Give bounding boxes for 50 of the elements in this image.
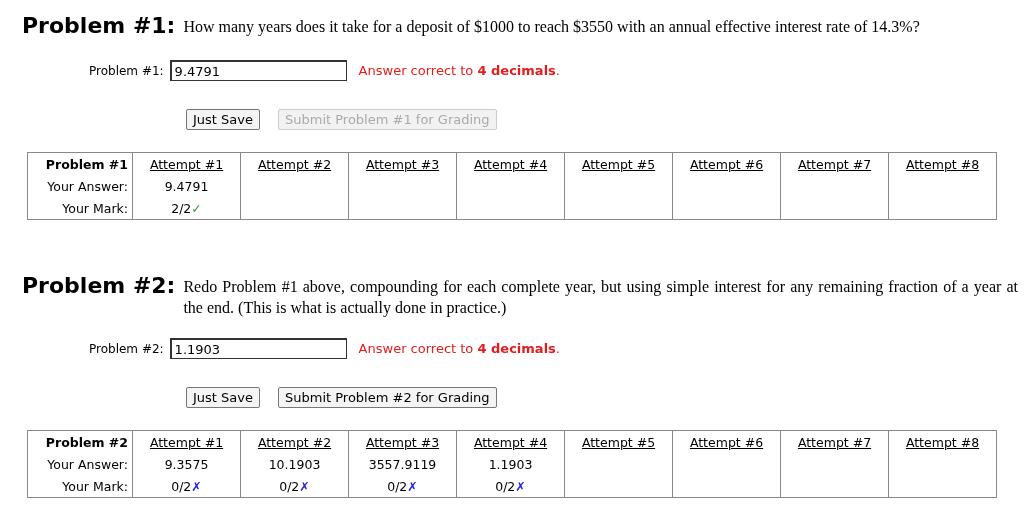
row-label: Your Answer: bbox=[47, 456, 128, 472]
mark-value: 2/2 bbox=[171, 200, 192, 216]
problem-title: Problem #1: bbox=[22, 12, 176, 40]
save-button[interactable]: Just Save bbox=[186, 387, 260, 408]
cross-mark: ✗ bbox=[299, 478, 310, 494]
row-label: Your Mark: bbox=[62, 478, 128, 494]
mark-value: 0/2 bbox=[495, 478, 516, 494]
answer-label: Problem #1: bbox=[89, 63, 164, 78]
table-heading: Problem #1 bbox=[45, 156, 128, 172]
cross-mark: ✗ bbox=[407, 478, 418, 494]
row-label: Your Answer: bbox=[47, 178, 128, 194]
answer-value: 10.1903 bbox=[268, 456, 321, 472]
answer-field[interactable]: 9.4791 bbox=[169, 60, 347, 81]
attempt-link[interactable]: Attempt #3 bbox=[365, 434, 440, 450]
answer-value: 3557.9119 bbox=[368, 456, 437, 472]
problem-title: Problem #2: bbox=[22, 272, 176, 300]
attempt-link[interactable]: Attempt #6 bbox=[689, 434, 764, 450]
row-label: Your Mark: bbox=[62, 200, 128, 216]
attempt-link[interactable]: Attempt #5 bbox=[581, 156, 656, 172]
answer-label: Problem #2: bbox=[89, 341, 164, 356]
attempt-link[interactable]: Attempt #2 bbox=[257, 434, 332, 450]
check-mark: ✓ bbox=[191, 200, 202, 216]
problem-question: Redo Problem #1 above, compounding for each complete year, but using simple interest for any remaining fraction of a year at the end. (This is what is actually done in practice.) bbox=[183, 277, 1018, 318]
attempt-link[interactable]: Attempt #2 bbox=[257, 156, 332, 172]
attempt-link[interactable]: Attempt #8 bbox=[905, 156, 980, 172]
problem-question: How many years does it take for a deposit of $1000 to reach $3550 with an annual effective interest rate of 14.3%? bbox=[183, 17, 921, 37]
attempt-link[interactable]: Attempt #7 bbox=[797, 156, 872, 172]
answer-field[interactable]: 1.1903 bbox=[169, 338, 347, 359]
cross-mark: ✗ bbox=[515, 478, 526, 494]
cross-mark: ✗ bbox=[191, 478, 202, 494]
answer-hint: Answer correct to 4 decimals. bbox=[358, 341, 560, 356]
answer-value: 9.3575 bbox=[164, 456, 209, 472]
mark-value: 0/2 bbox=[171, 478, 192, 494]
table-heading: Problem #2 bbox=[45, 434, 128, 450]
mark-value: 0/2 bbox=[279, 478, 300, 494]
attempt-link[interactable]: Attempt #1 bbox=[149, 156, 224, 172]
attempt-link[interactable]: Attempt #7 bbox=[797, 434, 872, 450]
mark-value: 0/2 bbox=[387, 478, 408, 494]
attempt-link[interactable]: Attempt #3 bbox=[365, 156, 440, 172]
attempt-link[interactable]: Attempt #6 bbox=[689, 156, 764, 172]
attempt-link[interactable]: Attempt #4 bbox=[473, 434, 548, 450]
attempt-link[interactable]: Attempt #8 bbox=[905, 434, 980, 450]
answer-hint: Answer correct to 4 decimals. bbox=[358, 63, 560, 78]
answer-value: 9.4791 bbox=[164, 178, 209, 194]
attempt-link[interactable]: Attempt #5 bbox=[581, 434, 656, 450]
attempt-link[interactable]: Attempt #1 bbox=[149, 434, 224, 450]
attempt-link[interactable]: Attempt #4 bbox=[473, 156, 548, 172]
answer-value: 1.1903 bbox=[488, 456, 533, 472]
save-button[interactable]: Just Save bbox=[186, 109, 260, 130]
submit-button[interactable]: Submit Problem #2 for Grading bbox=[278, 387, 497, 408]
